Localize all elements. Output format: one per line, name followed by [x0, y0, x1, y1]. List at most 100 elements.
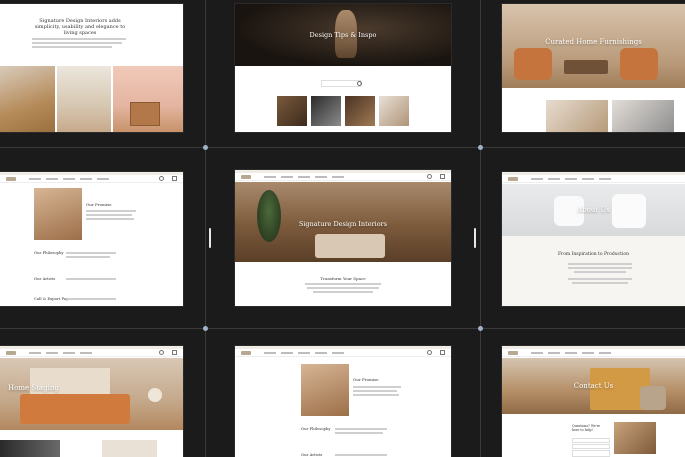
cart-icon[interactable] [440, 174, 445, 179]
artists-title: Our Artists [301, 452, 323, 457]
nav-item[interactable] [548, 177, 560, 180]
nav-item[interactable] [63, 177, 75, 180]
nav-item[interactable] [315, 351, 327, 354]
cart-icon[interactable] [172, 350, 177, 355]
nav-item[interactable] [599, 177, 611, 180]
nav-bar [502, 349, 685, 357]
staging-thumb[interactable] [102, 440, 157, 457]
nav-item[interactable] [80, 177, 92, 180]
logo[interactable] [241, 174, 251, 179]
logo[interactable] [6, 176, 16, 181]
nav-item[interactable] [582, 351, 594, 354]
nav-item[interactable] [332, 351, 344, 354]
nav-item[interactable] [298, 351, 310, 354]
nav-item[interactable] [264, 175, 276, 178]
nav-item[interactable] [548, 351, 560, 354]
card-about-us[interactable]: About Us From Inspiration to Production [502, 172, 685, 306]
nav-item[interactable] [582, 177, 594, 180]
nav-item[interactable] [80, 351, 92, 354]
text-line [32, 38, 126, 40]
cart-icon[interactable] [172, 176, 177, 181]
tip-thumb[interactable] [345, 96, 375, 126]
search-icon[interactable] [159, 350, 164, 355]
nav-item[interactable] [565, 351, 577, 354]
text-line [353, 386, 401, 388]
nav-bar [502, 175, 685, 183]
plant [257, 190, 281, 242]
armchair [620, 48, 658, 80]
search-icon[interactable] [427, 350, 432, 355]
about-hero: About Us [502, 184, 685, 236]
nav-item[interactable] [531, 177, 543, 180]
card-design-tips[interactable]: Design Tips & Inspo [235, 4, 451, 132]
tip-thumb[interactable] [379, 96, 409, 126]
form-title: Questions? We're here to help! [572, 424, 601, 432]
nav-item[interactable] [63, 351, 75, 354]
nav-item[interactable] [264, 351, 276, 354]
nav-item[interactable] [97, 177, 109, 180]
search-icon[interactable] [427, 174, 432, 179]
room-image [57, 66, 111, 132]
text-line [335, 454, 387, 456]
nav-item[interactable] [315, 175, 327, 178]
product-thumb[interactable] [612, 100, 674, 132]
grid-node [478, 145, 483, 150]
resize-handle-left[interactable] [209, 228, 211, 248]
search-icon[interactable] [357, 81, 362, 86]
grid-node [203, 145, 208, 150]
text-line [305, 283, 381, 285]
hero-title: Home Staging [8, 384, 59, 392]
tip-thumb[interactable] [311, 96, 341, 126]
nav-item[interactable] [29, 177, 41, 180]
grid-line-v1 [205, 0, 206, 457]
logo[interactable] [508, 176, 518, 181]
logo[interactable] [6, 350, 16, 355]
nav-item[interactable] [46, 351, 58, 354]
text-line [568, 267, 632, 269]
resize-handle-right[interactable] [474, 228, 476, 248]
text-line [66, 256, 110, 258]
section-title: Transform Your Space [320, 276, 366, 281]
nav-item[interactable] [599, 351, 611, 354]
section-title: Our Promise [86, 202, 112, 207]
promise-image [301, 364, 349, 416]
nav-item[interactable] [281, 175, 293, 178]
contact-image [614, 422, 656, 454]
card-home-main[interactable]: Signature Design Interiors Transform You… [235, 170, 451, 306]
card-promise[interactable]: Our Promise Our Philosophy Our Artists C… [0, 172, 183, 306]
nav-item[interactable] [29, 351, 41, 354]
message-field[interactable] [572, 450, 610, 457]
logo[interactable] [508, 350, 518, 355]
text-line [86, 218, 134, 220]
card-home-staging[interactable]: Home Staging [0, 346, 183, 457]
product-thumb[interactable] [546, 100, 608, 132]
nav-item[interactable] [565, 177, 577, 180]
nav-item[interactable] [531, 351, 543, 354]
philosophy-title: Our Philosophy [34, 250, 64, 255]
email-field[interactable] [572, 444, 610, 449]
name-field[interactable] [572, 438, 610, 443]
section-title: Our Promise [353, 377, 379, 382]
card-signature-about[interactable]: Signature Design Interiors adds simplici… [0, 4, 183, 132]
staging-thumb[interactable] [0, 440, 60, 457]
hero-title: Design Tips & Inspo [309, 31, 377, 39]
text-line [353, 390, 397, 392]
cart-icon[interactable] [440, 350, 445, 355]
search-bar[interactable] [321, 80, 361, 87]
curated-hero: Curated Home Furnishings [502, 4, 685, 88]
card-contact[interactable]: Contact Us Questions? We're here to help… [502, 346, 685, 457]
card-promise-2[interactable]: Our Promise Our Philosophy Our Artists [235, 346, 451, 457]
logo[interactable] [241, 350, 251, 355]
nav-item[interactable] [332, 175, 344, 178]
tip-thumb[interactable] [277, 96, 307, 126]
card-curated[interactable]: Curated Home Furnishings [502, 4, 685, 132]
nav-item[interactable] [281, 351, 293, 354]
promise-image [34, 188, 82, 240]
nav-item[interactable] [298, 175, 310, 178]
text-line [568, 263, 632, 265]
room-image [0, 66, 55, 132]
nav-item[interactable] [46, 177, 58, 180]
text-line [568, 278, 632, 280]
artists-title: Our Artists [34, 276, 56, 281]
search-icon[interactable] [159, 176, 164, 181]
